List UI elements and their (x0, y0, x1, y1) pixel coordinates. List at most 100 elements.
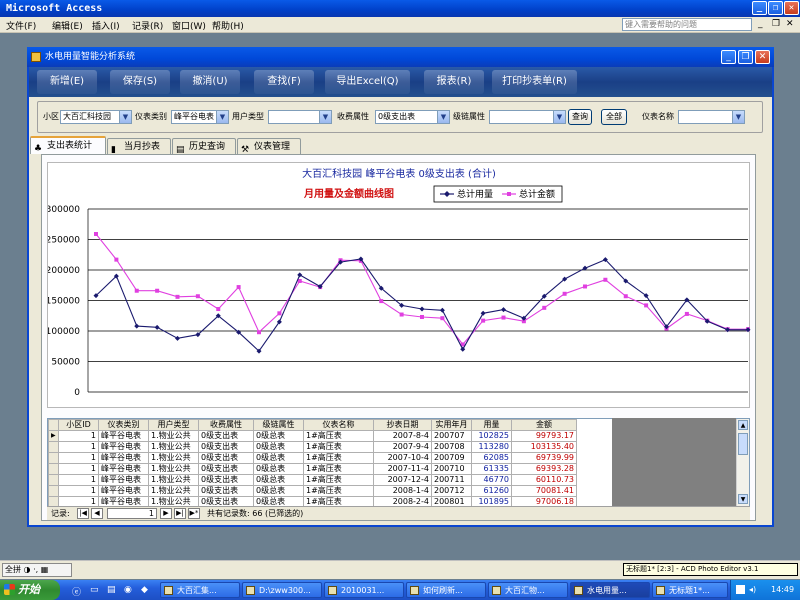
tray-app-icon[interactable] (736, 585, 745, 594)
table-cell[interactable]: 60110.73 (511, 474, 577, 486)
row-selector[interactable]: ▶ (48, 430, 59, 442)
table-cell[interactable]: 1 (58, 430, 99, 442)
table-cell[interactable]: 200710 (431, 463, 472, 475)
table-cell[interactable]: 1#高压表 (303, 485, 374, 497)
quicklaunch-ie-icon[interactable]: ⓔ (72, 585, 81, 598)
column-header[interactable]: 用户类型 (148, 419, 199, 431)
find-button[interactable]: 查找(F) (254, 70, 314, 94)
table-cell[interactable]: 峰平谷电表 (98, 474, 149, 486)
row-selector[interactable] (48, 485, 59, 497)
tab-expense-stats[interactable]: ♣ 支出表统计 (30, 136, 106, 154)
quicklaunch-desktop-icon[interactable]: ▭ (90, 585, 99, 595)
vertical-scrollbar[interactable]: ▲ ▼ (736, 419, 749, 507)
chevron-down-icon[interactable]: ▼ (119, 111, 131, 123)
table-cell[interactable]: 0级总表 (253, 430, 304, 442)
table-cell[interactable]: 1.物业公共 (148, 485, 199, 497)
tab-history[interactable]: ▤ 历史查询 (172, 138, 236, 155)
table-cell[interactable]: 1.物业公共 (148, 452, 199, 464)
column-header[interactable]: 仪表名称 (303, 419, 374, 431)
tab-monthly-reading[interactable]: ▮ 当月抄表 (107, 138, 171, 155)
table-cell[interactable]: 1.物业公共 (148, 474, 199, 486)
table-cell[interactable]: 1.物业公共 (148, 430, 199, 442)
scroll-thumb[interactable] (738, 433, 748, 455)
column-header[interactable]: 仪表类别 (98, 419, 149, 431)
new-record-icon[interactable]: ▶* (188, 508, 200, 519)
table-cell[interactable]: 102825 (471, 430, 512, 442)
table-cell[interactable]: 0级支出表 (198, 441, 254, 453)
table-cell[interactable]: 1#高压表 (303, 463, 374, 475)
table-cell[interactable]: 0级支出表 (198, 430, 254, 442)
table-cell[interactable]: 峰平谷电表 (98, 430, 149, 442)
last-record-icon[interactable]: ▶| (174, 508, 186, 519)
column-header[interactable]: 实用年月 (431, 419, 472, 431)
task-button[interactable]: 2010031... (324, 582, 404, 598)
table-cell[interactable]: 61335 (471, 463, 512, 475)
table-cell[interactable]: 1#高压表 (303, 452, 374, 464)
scroll-down-icon[interactable]: ▼ (738, 494, 748, 504)
table-cell[interactable]: 200712 (431, 485, 472, 497)
table-cell[interactable]: 113280 (471, 441, 512, 453)
column-header[interactable]: 金额 (511, 419, 577, 431)
menu-file[interactable]: 文件(F) (6, 19, 36, 32)
scroll-up-icon[interactable]: ▲ (738, 420, 748, 430)
task-button[interactable]: 大百汇集... (160, 582, 240, 598)
next-record-icon[interactable]: ▶ (160, 508, 172, 519)
form-minimize-icon[interactable]: _ (721, 50, 736, 64)
table-cell[interactable]: 0级总表 (253, 485, 304, 497)
table-cell[interactable]: 1 (58, 463, 99, 475)
doc-minimize-icon[interactable]: _ (758, 19, 763, 29)
help-search-input[interactable]: 键入需要帮助的问题 (622, 18, 752, 31)
print-reading-sheet-button[interactable]: 打印抄表单(R) (492, 70, 577, 94)
table-cell[interactable]: 46770 (471, 474, 512, 486)
table-cell[interactable]: 200708 (431, 441, 472, 453)
doc-restore-icon[interactable]: ❐ (772, 19, 780, 29)
task-button-active[interactable]: 水电用量... (570, 582, 650, 598)
table-cell[interactable]: 0级总表 (253, 463, 304, 475)
current-record-field[interactable]: 1 (107, 508, 157, 519)
quicklaunch-folder-icon[interactable]: ▤ (107, 585, 116, 595)
chevron-down-icon[interactable]: ▼ (216, 111, 228, 123)
save-button[interactable]: 保存(S) (110, 70, 170, 94)
task-button[interactable]: 如何刷新... (406, 582, 486, 598)
table-cell[interactable]: 1 (58, 452, 99, 464)
column-header[interactable]: 小区ID (58, 419, 99, 431)
chevron-down-icon[interactable]: ▼ (732, 111, 744, 123)
query-button[interactable]: 查询 (568, 109, 592, 125)
table-cell[interactable]: 峰平谷电表 (98, 485, 149, 497)
row-selector[interactable] (48, 463, 59, 475)
table-cell[interactable]: 0级总表 (253, 452, 304, 464)
table-cell[interactable]: 61260 (471, 485, 512, 497)
table-cell[interactable]: 0级支出表 (198, 452, 254, 464)
menu-insert[interactable]: 插入(I) (92, 19, 120, 32)
quicklaunch-app-icon[interactable]: ◆ (141, 585, 148, 595)
charge-attr-select[interactable]: 0级支出表 ▼ (375, 110, 450, 124)
table-row[interactable]: 1 峰平谷电表 1.物业公共 0级支出表 0级总表 1#高压表 2007-10-4 20070… (48, 452, 577, 464)
task-button[interactable]: D:\zww300... (242, 582, 322, 598)
table-cell[interactable]: 69393.28 (511, 463, 577, 475)
row-selector[interactable] (48, 441, 59, 453)
form-close-icon[interactable]: ✕ (755, 50, 770, 64)
level-attr-select[interactable]: ▼ (489, 110, 566, 124)
export-excel-button[interactable]: 导出Excel(Q) (325, 70, 410, 94)
table-cell[interactable]: 0级支出表 (198, 463, 254, 475)
ime-toolbar[interactable]: 全拼 ◑ ·, ▦ (2, 563, 72, 577)
table-cell[interactable]: 0级总表 (253, 474, 304, 486)
table-row[interactable]: 1 峰平谷电表 1.物业公共 0级支出表 0级总表 1#高压表 2007-12-4 20071… (48, 474, 577, 486)
table-cell[interactable]: 200707 (431, 430, 472, 442)
row-selector[interactable] (48, 474, 59, 486)
prev-record-icon[interactable]: ◀ (91, 508, 103, 519)
doc-close-icon[interactable]: ✕ (786, 19, 794, 29)
table-cell[interactable]: 99793.17 (511, 430, 577, 442)
row-selector[interactable] (48, 452, 59, 464)
table-cell[interactable]: 峰平谷电表 (98, 463, 149, 475)
all-button[interactable]: 全部 (601, 109, 627, 125)
table-cell[interactable]: 0级总表 (253, 441, 304, 453)
table-cell[interactable]: 103135.40 (511, 441, 577, 453)
table-cell[interactable]: 70081.41 (511, 485, 577, 497)
minimize-icon[interactable]: _ (752, 1, 767, 15)
quicklaunch-media-icon[interactable]: ◉ (124, 585, 132, 595)
form-restore-icon[interactable]: ❐ (738, 50, 753, 64)
first-record-icon[interactable]: |◀ (77, 508, 89, 519)
tab-meter-management[interactable]: ⚒ 仪表管理 (237, 138, 301, 155)
table-cell[interactable]: 1.物业公共 (148, 441, 199, 453)
